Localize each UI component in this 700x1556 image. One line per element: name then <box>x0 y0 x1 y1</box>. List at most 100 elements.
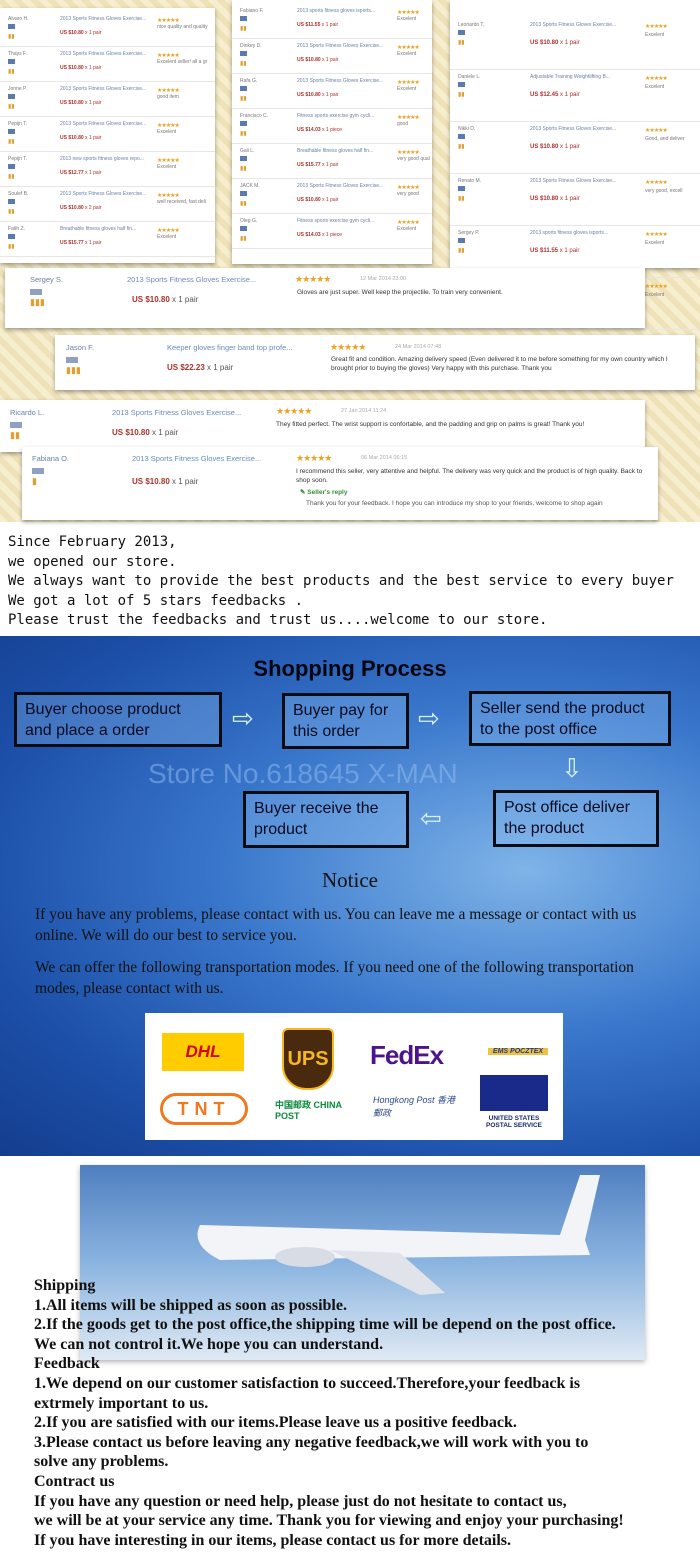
rating-stars: ★★★★★ <box>295 274 331 284</box>
product-link[interactable]: 2013 Sports Fitness Gloves Exercise... <box>112 408 241 417</box>
product-link[interactable]: Fitness sports exercise gym cycli... <box>297 218 374 224</box>
product-link[interactable]: 2013 Sports Fitness Gloves Exercise... <box>530 22 616 28</box>
product-link[interactable]: 2013 new sports fitness gloves repo... <box>60 156 144 162</box>
rating-stars: ★★★★★ <box>645 232 668 238</box>
rating-stars: ★★★★★ <box>330 342 366 352</box>
rating-stars: ★★★★★ <box>397 45 420 51</box>
product-link[interactable]: 2013 Sports Fitness Gloves Exercise... <box>60 16 146 22</box>
medal-icon: ▮▮ <box>8 69 15 75</box>
step-2-box: Buyer pay for this order <box>282 693 409 749</box>
notice-text-1: If you have any problems, please contact… <box>35 906 637 944</box>
feedback-comment: very good qual <box>397 156 430 162</box>
buyer-name: Daniele L. <box>458 74 481 80</box>
buyer-name: Thays F. <box>8 51 27 57</box>
feedback-row: Gali L. ▮▮ Breathable fitness gloves hal… <box>232 144 432 179</box>
country-flag-icon <box>240 86 247 91</box>
feedback-panel-1: Alvaro H. ▮▮ 2013 Sports Fitness Gloves … <box>0 8 215 263</box>
medal-icon: ▮▮ <box>458 196 465 202</box>
step-5-box: Buyer receive the product <box>243 791 409 848</box>
feedback-panel-2: Fabiano F. ▮▮ 2013 sports fitness gloves… <box>232 0 432 264</box>
feedback-row: Francisco C. ▮▮ Fitness sports exercise … <box>232 109 432 144</box>
medal-icon: ▮▮ <box>240 96 247 102</box>
product-link[interactable]: 2013 sports fitness gloves isports... <box>530 230 608 236</box>
feedback-panel-3: Leonardo T. ▮▮ 2013 Sports Fitness Glove… <box>450 0 700 330</box>
country-flag-icon <box>240 16 247 21</box>
feedback-comment: Excelent <box>645 240 665 246</box>
product-link[interactable]: 2013 Sports Fitness Gloves Exercise... <box>127 275 256 284</box>
product-link[interactable]: Fitness sports exercise gym cycli... <box>297 113 374 119</box>
feedback-comment: very good <box>397 191 419 197</box>
country-flag-icon <box>458 30 465 35</box>
review-card: Fabiana O. ▮ 2013 Sports Fitness Gloves … <box>22 447 658 520</box>
price: US $10.80 x 1 pair <box>297 57 339 63</box>
price: US $14.03 x 1 piece <box>297 127 343 133</box>
product-link[interactable]: 2013 Sports Fitness Gloves Exercise... <box>60 191 146 197</box>
arrow-right-icon: ⇨ <box>418 703 440 733</box>
buyer-name: Ricardo L. <box>10 408 45 417</box>
fedex-logo: FedEx <box>370 1040 444 1070</box>
buyer-name: Leonardo T. <box>458 22 485 28</box>
feedback-comment: very good, excell <box>645 188 683 194</box>
feedback-row: Pepijn T. ▮▮ 2013 new sports fitness glo… <box>0 152 215 187</box>
process-title: Shopping Process <box>253 656 447 681</box>
product-link[interactable]: 2013 Sports Fitness Gloves Exercise... <box>132 454 261 463</box>
country-flag-icon <box>458 186 465 191</box>
price: US $10.80 x 1 pair <box>530 144 580 150</box>
price: US $11.55 x 1 pair <box>297 22 339 28</box>
feedback-comment: Excelent <box>157 234 177 240</box>
step-4-box: Post office deliver the product <box>493 790 659 847</box>
product-link[interactable]: 2013 Sports Fitness Gloves Exercise... <box>60 121 146 127</box>
rating-stars: ★★★★★ <box>645 180 668 186</box>
price: US $10.80 x 1 pair <box>60 30 102 36</box>
feedback-comment: good <box>397 121 409 127</box>
review-comment: Great fit and condition. Amazing deliver… <box>331 356 668 372</box>
price: US $10.80 x 1 pair <box>132 477 199 486</box>
medal-icon: ▮▮ <box>458 144 465 150</box>
medal-icon: ▮▮ <box>240 201 247 207</box>
product-link[interactable]: 2013 Sports Fitness Gloves Exercise... <box>60 86 146 92</box>
step-3-box: Seller send the product to the post offi… <box>469 691 671 746</box>
product-link[interactable]: 2013 Sports Fitness Gloves Exercise... <box>60 51 146 57</box>
medal-icon: ▮ <box>32 476 37 486</box>
product-link[interactable]: Adjustable Training Weightlifting B... <box>530 74 610 80</box>
rating-stars: ★★★★★ <box>397 220 420 226</box>
rating-stars: ★★★★★ <box>157 88 180 94</box>
rating-stars: ★★★★★ <box>645 24 668 30</box>
feedback-comment: Excelent <box>397 51 417 57</box>
rating-stars: ★★★★★ <box>157 228 180 234</box>
medal-icon: ▮▮ <box>240 236 247 242</box>
rating-stars: ★★★★★ <box>296 453 332 463</box>
medal-icon: ▮▮▮ <box>30 297 45 307</box>
product-link[interactable]: Breathable fitness gloves half fin... <box>60 226 136 232</box>
price: US $11.55 x 1 pair <box>530 248 580 254</box>
ems-logo: EMS POCZTEX <box>488 1048 548 1055</box>
medal-icon: ▮▮ <box>240 131 247 137</box>
country-flag-icon <box>240 51 247 56</box>
notice-text-2: We can offer the following transportatio… <box>35 959 634 997</box>
country-flag-icon <box>32 468 44 474</box>
product-link[interactable]: 2013 sports fitness gloves isports... <box>297 8 375 14</box>
ups-logo: UPS <box>282 1028 334 1090</box>
product-link[interactable]: 2013 Sports Fitness Gloves Exercise... <box>530 178 616 184</box>
price: US $15.77 x 1 pair <box>60 240 102 246</box>
feedback-comment: good item <box>157 94 179 100</box>
country-flag-icon <box>458 238 465 243</box>
product-link[interactable]: Keeper gloves finger band top profe... <box>167 343 293 352</box>
product-link[interactable]: 2013 Sports Fitness Gloves Exercise... <box>530 126 616 132</box>
rating-stars: ★★★★★ <box>157 53 180 59</box>
arrow-right-icon: ⇨ <box>232 703 254 733</box>
review-date: 24 Mar 2014 07:48 <box>395 344 442 350</box>
product-link[interactable]: 2013 Sports Fitness Gloves Exercise... <box>297 78 383 84</box>
price: US $10.80 x 2 pair <box>60 205 102 211</box>
buyer-name: Dinkey D. <box>240 43 262 49</box>
feedback-comment: Excelent <box>645 32 665 38</box>
country-flag-icon <box>240 121 247 126</box>
price: US $22.23 x 1 pair <box>167 363 234 372</box>
product-link[interactable]: 2013 Sports Fitness Gloves Exercise... <box>297 43 383 49</box>
product-link[interactable]: 2013 Sports Fitness Gloves Exercise... <box>297 183 383 189</box>
rating-stars: ★★★★★ <box>397 150 420 156</box>
product-link[interactable]: Breathable fitness gloves half fin... <box>297 148 373 154</box>
buyer-name: JACK M. <box>240 183 260 189</box>
price: US $10.80 x 1 pair <box>112 428 179 437</box>
country-flag-icon <box>8 129 15 134</box>
